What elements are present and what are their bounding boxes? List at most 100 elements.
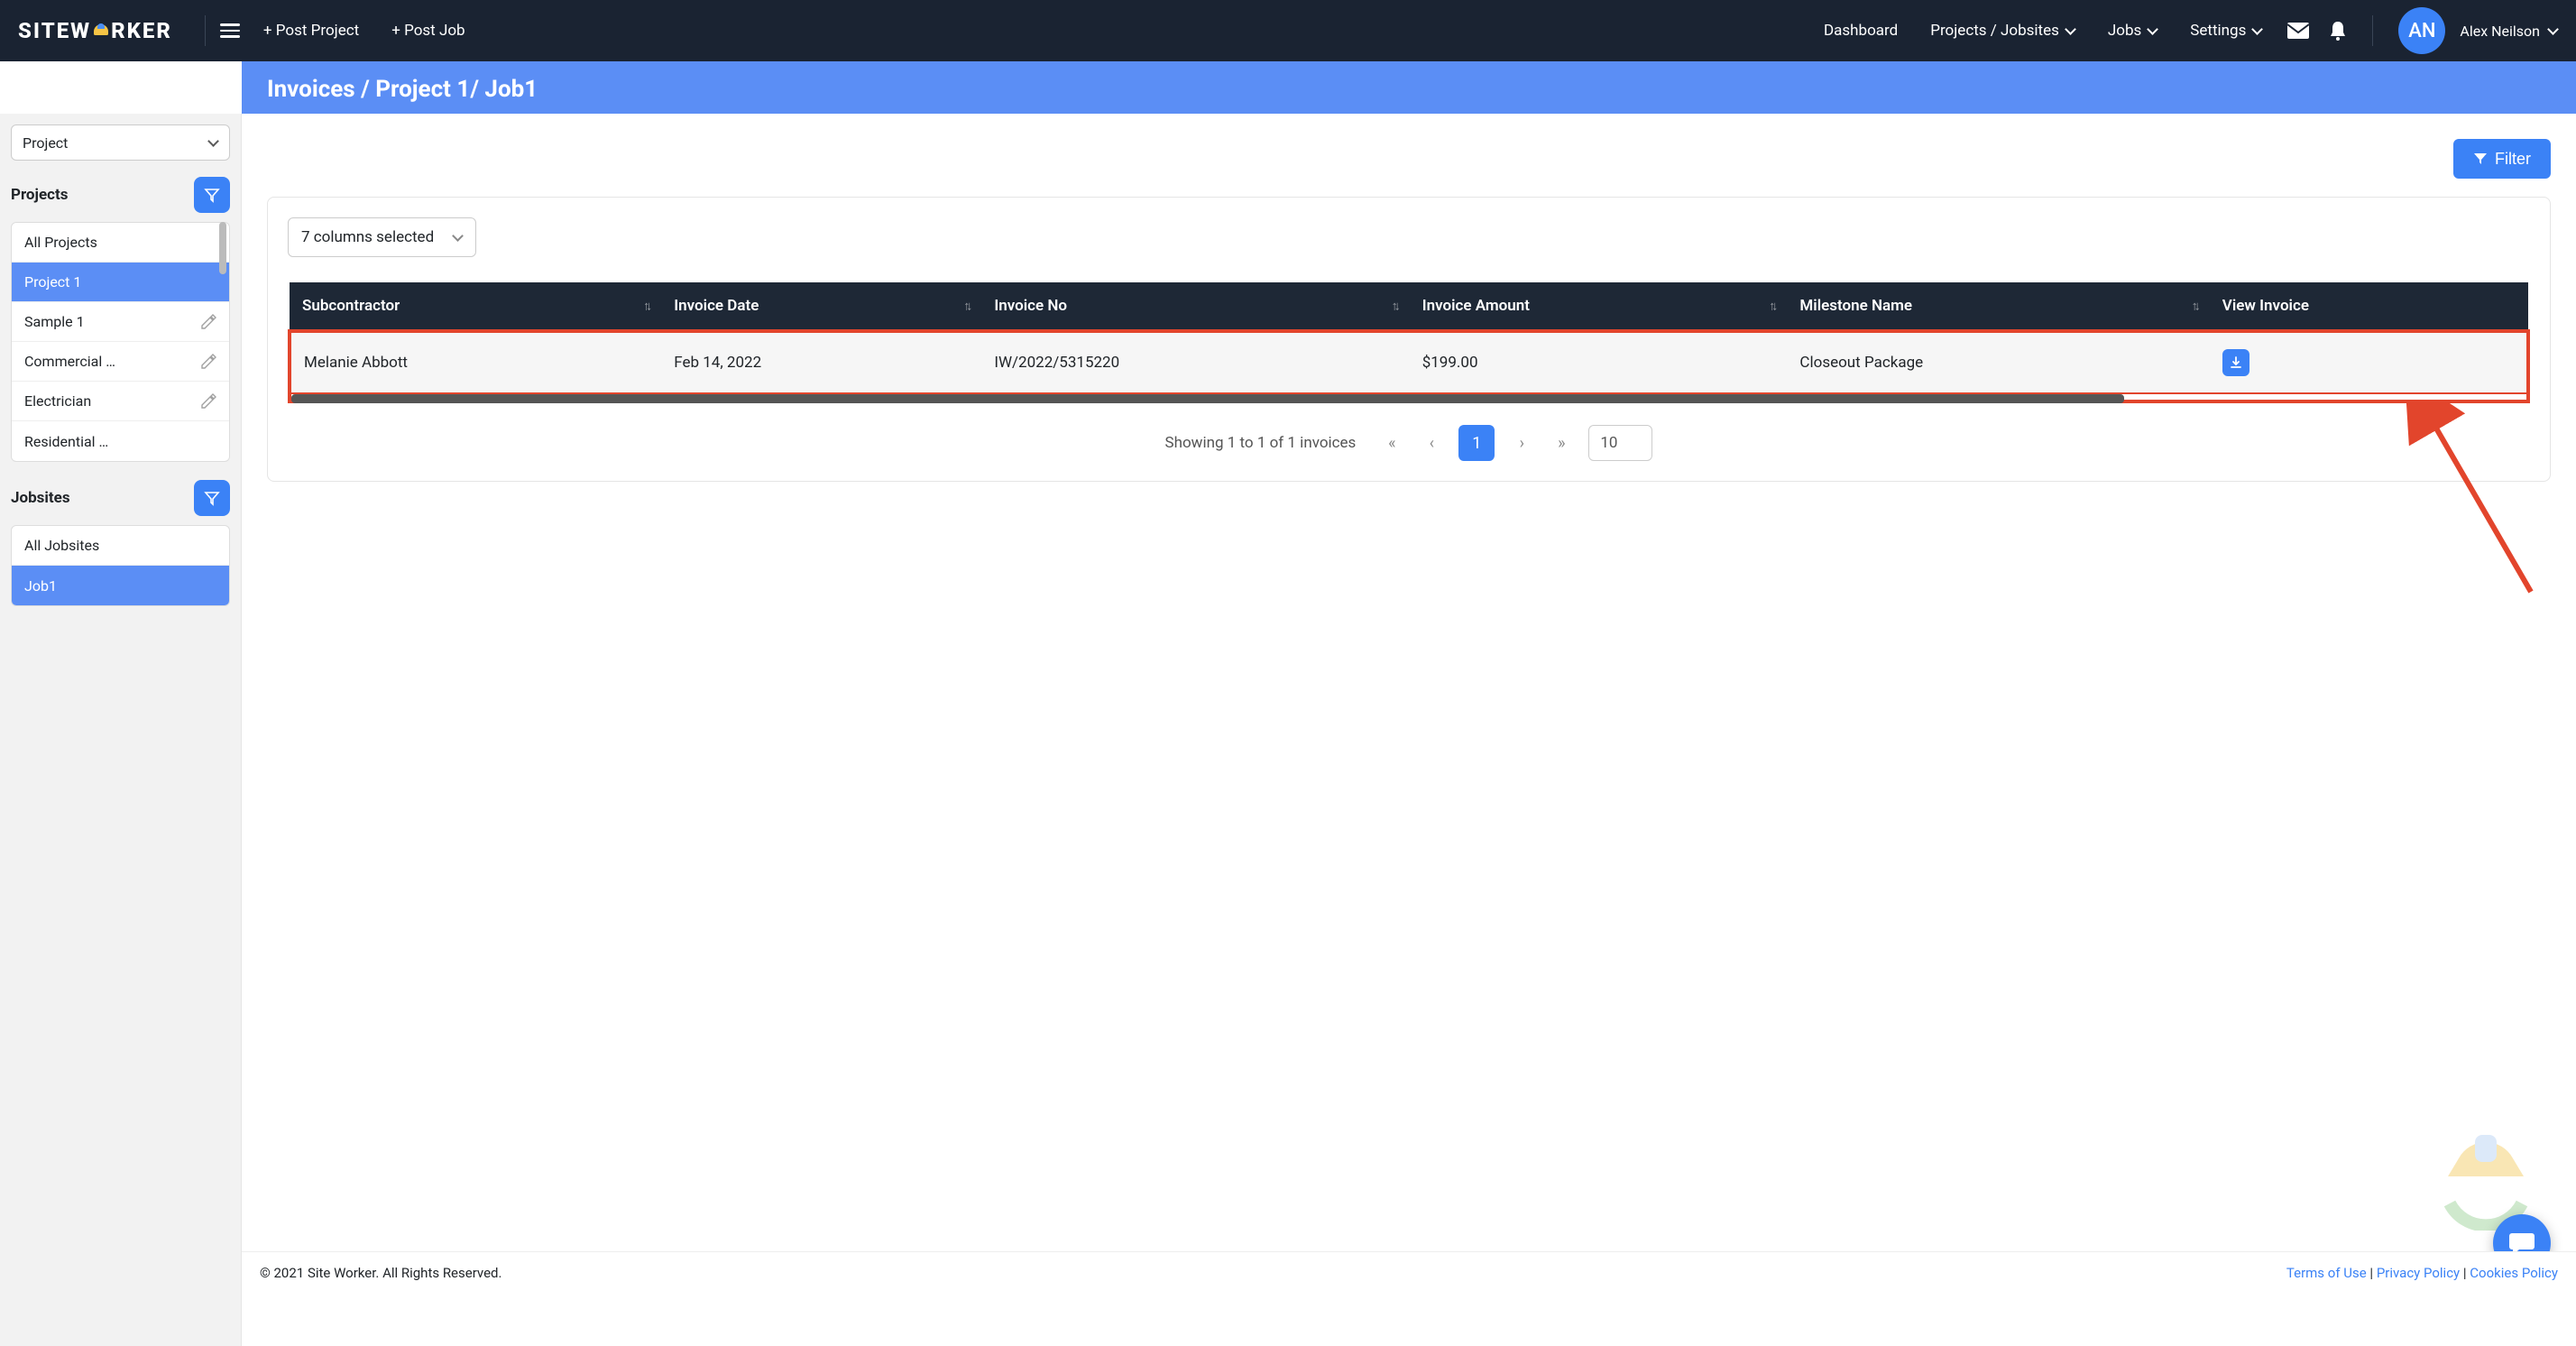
pagination-summary: Showing 1 to 1 of 1 invoices: [1165, 434, 1357, 452]
sidebar-project-item[interactable]: Sample 1: [12, 302, 229, 342]
mail-icon[interactable]: [2286, 18, 2311, 43]
sort-icon: ↑↓: [643, 299, 649, 314]
sidebar-project-item[interactable]: All Projects: [12, 223, 229, 263]
cookies-link[interactable]: Cookies Policy: [2470, 1265, 2558, 1281]
page-number-button[interactable]: 1: [1458, 425, 1495, 461]
chevron-down-icon: [1630, 438, 1641, 448]
column-header[interactable]: Milestone Name↑↓: [1787, 282, 2209, 331]
sidebar-jobsite-item[interactable]: Job1: [12, 566, 229, 605]
avatar: AN: [2398, 7, 2445, 54]
jobsites-heading: Jobsites: [11, 489, 70, 507]
sidebar-project-item[interactable]: Residential …: [12, 421, 229, 461]
page-size-select[interactable]: 10: [1588, 425, 1652, 461]
brand-logo[interactable]: SITEWRKER: [18, 18, 172, 43]
pencil-icon[interactable]: [200, 314, 216, 330]
nav-dashboard[interactable]: Dashboard: [1824, 22, 1898, 40]
table-cell: Melanie Abbott: [290, 331, 661, 394]
projects-filter-button[interactable]: [194, 177, 230, 213]
sort-icon: ↑↓: [1392, 299, 1397, 314]
column-header[interactable]: Invoice Date↑↓: [661, 282, 981, 331]
sidebar: Project Projects All Projects Project 1 Sa…: [0, 114, 242, 1346]
sidebar-project-item[interactable]: Electrician: [12, 382, 229, 421]
post-job-link[interactable]: + Post Job: [391, 22, 465, 40]
sidebar-item-label: All Projects: [24, 234, 97, 251]
scrollbar-thumb[interactable]: [219, 222, 226, 274]
sort-icon: ↑↓: [1769, 299, 1774, 314]
chevron-down-icon: [452, 232, 463, 243]
column-header[interactable]: View Invoice: [2210, 282, 2528, 331]
filter-button-label: Filter: [2495, 150, 2531, 169]
sidebar-item-label: Sample 1: [24, 313, 85, 330]
chevron-down-icon: [207, 137, 218, 148]
sidebar-item-label: Electrician: [24, 392, 91, 410]
privacy-link[interactable]: Privacy Policy: [2377, 1265, 2460, 1281]
chevron-down-icon: [2547, 25, 2558, 36]
page-prev-button[interactable]: ‹: [1419, 430, 1444, 456]
jobsites-filter-button[interactable]: [194, 480, 230, 516]
breadcrumb: Invoices / Project 1/ Job1: [267, 76, 2551, 103]
nav-projects-jobsites-label: Projects / Jobsites: [1930, 22, 2059, 40]
terms-link[interactable]: Terms of Use: [2286, 1265, 2367, 1281]
page-first-button[interactable]: «: [1379, 430, 1404, 456]
user-menu[interactable]: AN Alex Neilson: [2387, 7, 2558, 54]
table-cell: [2210, 331, 2528, 394]
sidebar-item-label: Commercial …: [24, 353, 115, 370]
download-icon: [2230, 356, 2242, 369]
main-content: Filter 7 columns selected Subcontractor↑…: [242, 114, 2576, 1346]
column-header[interactable]: Subcontractor↑↓: [290, 282, 661, 331]
column-header[interactable]: Invoice Amount↑↓: [1410, 282, 1788, 331]
invoice-table-card: 7 columns selected Subcontractor↑↓Invoic…: [267, 197, 2551, 482]
columns-select[interactable]: 7 columns selected: [288, 217, 476, 257]
top-nav: SITEWRKER + Post Project + Post Job Dash…: [0, 0, 2576, 61]
columns-select-label: 7 columns selected: [301, 228, 434, 246]
bell-icon[interactable]: [2325, 18, 2351, 43]
funnel-icon: [2473, 152, 2488, 166]
projects-list: All Projects Project 1 Sample 1 Commercial …: [11, 222, 230, 462]
pagination: Showing 1 to 1 of 1 invoices « ‹ 1 › » 1…: [288, 425, 2530, 461]
page-last-button[interactable]: »: [1549, 430, 1574, 456]
filter-button[interactable]: Filter: [2453, 139, 2551, 179]
menu-icon[interactable]: [220, 23, 240, 38]
user-name-label: Alex Neilson: [2460, 23, 2540, 40]
nav-settings[interactable]: Settings: [2190, 22, 2262, 40]
nav-projects-jobsites[interactable]: Projects / Jobsites: [1930, 22, 2075, 40]
sidebar-item-label: Residential …: [24, 433, 108, 450]
sidebar-project-item[interactable]: Project 1: [12, 263, 229, 302]
copyright: © 2021 Site Worker. All Rights Reserved.: [260, 1265, 501, 1281]
table-cell: $199.00: [1410, 331, 1788, 394]
sort-icon: ↑↓: [2192, 299, 2197, 314]
sidebar-item-label: Project 1: [24, 273, 81, 290]
download-invoice-button[interactable]: [2222, 349, 2249, 376]
nav-settings-label: Settings: [2190, 22, 2246, 40]
sort-icon: ↑↓: [963, 299, 969, 314]
post-project-link[interactable]: + Post Project: [263, 22, 359, 40]
projects-heading: Projects: [11, 186, 68, 204]
invoices-table: Subcontractor↑↓Invoice Date↑↓Invoice No↑…: [288, 282, 2530, 396]
nav-jobs[interactable]: Jobs: [2108, 22, 2157, 40]
hardhat-icon: [92, 24, 110, 37]
chevron-down-icon: [2251, 25, 2262, 36]
page-next-button[interactable]: ›: [1509, 430, 1534, 456]
sidebar-project-item[interactable]: Commercial …: [12, 342, 229, 382]
pencil-icon[interactable]: [200, 354, 216, 370]
sidebar-jobsite-item[interactable]: All Jobsites: [12, 526, 229, 566]
pencil-icon[interactable]: [200, 393, 216, 410]
table-cell: Feb 14, 2022: [661, 331, 981, 394]
jobsites-list: All JobsitesJob1: [11, 525, 230, 606]
page-size-value: 10: [1600, 434, 1617, 452]
column-header[interactable]: Invoice No↑↓: [981, 282, 1409, 331]
divider: [205, 15, 206, 46]
table-row: Melanie AbbottFeb 14, 2022IW/2022/531522…: [290, 331, 2528, 394]
scrollbar-thumb[interactable]: [291, 394, 2124, 403]
table-cell: IW/2022/5315220: [981, 331, 1409, 394]
page-header: Invoices / Project 1/ Job1: [242, 61, 2576, 114]
horizontal-scrollbar[interactable]: [288, 394, 2530, 403]
nav-jobs-label: Jobs: [2108, 22, 2141, 40]
chevron-down-icon: [2065, 25, 2075, 36]
chevron-down-icon: [2147, 25, 2157, 36]
sidebar-type-value: Project: [23, 134, 68, 152]
footer: © 2021 Site Worker. All Rights Reserved.…: [242, 1251, 2576, 1294]
table-cell: Closeout Package: [1787, 331, 2209, 394]
sidebar-type-select[interactable]: Project: [11, 124, 230, 161]
divider: [2372, 15, 2373, 46]
